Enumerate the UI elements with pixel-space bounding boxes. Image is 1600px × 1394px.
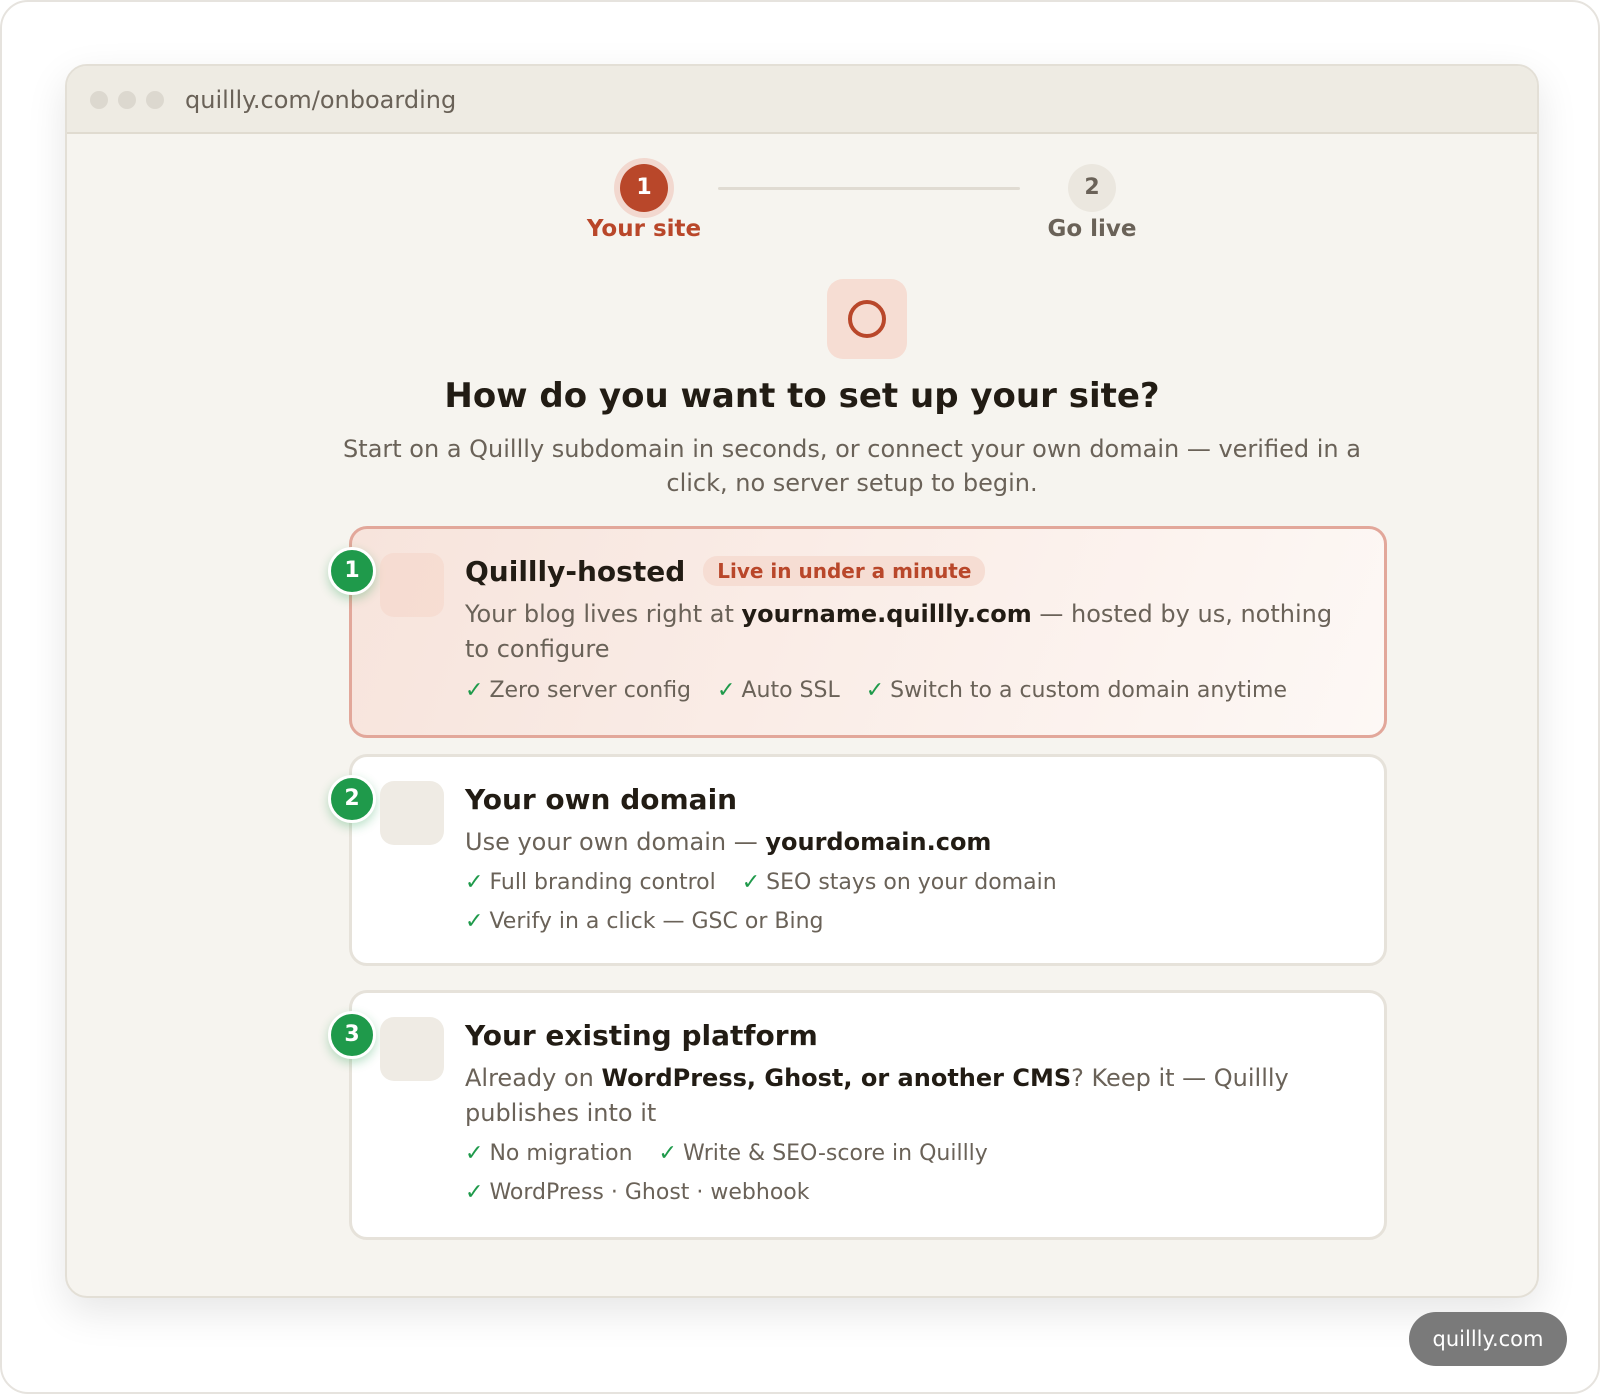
window-maximize-dot[interactable] [146, 91, 164, 109]
check-icon: ✓ [465, 678, 484, 703]
address-bar-url[interactable]: quillly.com/onboarding [185, 84, 456, 116]
option-number-badge: 3 [328, 1011, 376, 1059]
desc-highlight: WordPress, Ghost, or another CMS [601, 1064, 1072, 1092]
feature-item: ✓ Verify in a click — GSC or Bing [465, 907, 824, 937]
feature-item: ✓ Auto SSL [717, 676, 840, 706]
page-subtitle: Start on a Quillly subdomain in seconds,… [343, 435, 1361, 497]
feature-label: Switch to a custom domain anytime [890, 678, 1287, 703]
feature-item: ✓ WordPress · Ghost · webhook [465, 1178, 809, 1208]
check-icon: ✓ [465, 1141, 484, 1166]
browser-toolbar: quillly.com/onboarding [67, 66, 1537, 134]
feature-item: ✓ Zero server config [465, 676, 691, 706]
feature-list: ✓ Verify in a click — GSC or Bing [465, 907, 850, 937]
domain-icon [380, 781, 444, 845]
window-close-dot[interactable] [90, 91, 108, 109]
check-icon: ✓ [465, 870, 484, 895]
option-title: Your existing platform [465, 1019, 818, 1052]
feature-item: ✓ Full branding control [465, 868, 716, 898]
option-description: Already on WordPress, Ghost, or another … [465, 1061, 1305, 1131]
option-description: Your blog lives right at yourname.quilll… [465, 597, 1345, 667]
feature-label: Write & SEO-score in Quillly [682, 1141, 988, 1166]
step-1-label: Your site [586, 216, 702, 242]
feature-list: ✓ Zero server config ✓ Auto SSL ✓ Switch to a… [465, 676, 1313, 706]
feature-label: Full branding control [489, 870, 716, 895]
option-card-own-domain[interactable]: 2 Your own domain Use your own domain — … [328, 754, 1387, 966]
desc-text: Your blog lives right at [465, 600, 742, 628]
feature-list: ✓ No migration ✓ Write & SEO-score in Quill… [465, 1139, 1014, 1169]
feature-label: SEO stays on your domain [766, 870, 1057, 895]
option-title: Your own domain [465, 783, 738, 816]
check-icon: ✓ [865, 678, 885, 703]
check-icon: ✓ [465, 1180, 484, 1205]
check-icon: ✓ [741, 870, 761, 895]
desc-text: Already on [465, 1064, 602, 1092]
site-setup-icon [827, 279, 907, 359]
option-title: Quillly-hosted Live in under a minute [465, 555, 986, 588]
option-description: Use your own domain — yourdomain.com [465, 825, 1345, 860]
feature-item: ✓ Write & SEO-score in Quillly [659, 1139, 988, 1169]
speed-badge: Live in under a minute [703, 556, 986, 586]
option-card-existing-platform[interactable]: 3 Your existing platform Already on Word… [328, 990, 1387, 1240]
feature-list: ✓ WordPress · Ghost · webhook [465, 1178, 835, 1208]
feature-item: ✓ Switch to a custom domain anytime [866, 676, 1287, 706]
option-number-badge: 1 [328, 547, 376, 595]
feature-label: Zero server config [489, 678, 692, 703]
option-card-quillly-hosted[interactable]: 1 Quillly-hosted Live in under a minute Y… [328, 526, 1387, 738]
feature-label: Verify in a click — GSC or Bing [489, 909, 824, 934]
feature-label: Auto SSL [741, 678, 840, 703]
hosted-icon [380, 553, 444, 617]
platform-icon [380, 1017, 444, 1081]
check-icon: ✓ [717, 678, 736, 703]
feature-item: ✓ SEO stays on your domain [742, 868, 1057, 898]
check-icon: ✓ [658, 1141, 677, 1166]
browser-window: quillly.com/onboarding 1 2 Your site Go … [65, 64, 1539, 1298]
page-frame: quillly.com/onboarding 1 2 Your site Go … [0, 0, 1600, 1394]
step-2-indicator[interactable]: 2 [1068, 164, 1116, 212]
option-number-badge: 2 [328, 775, 376, 823]
option-title-text: Quillly-hosted [465, 555, 686, 588]
check-icon: ✓ [465, 909, 484, 934]
desc-highlight: yourdomain.com [765, 828, 992, 856]
stepper-connector [718, 187, 1020, 190]
desc-text: Use your own domain — [465, 828, 766, 856]
feature-label: No migration [489, 1141, 633, 1166]
step-1-indicator[interactable]: 1 [620, 164, 668, 212]
feature-list: ✓ Full branding control ✓ SEO stays on your… [465, 868, 1083, 898]
site-watermark: quillly.com [1409, 1312, 1567, 1366]
window-minimize-dot[interactable] [118, 91, 136, 109]
page-title: How do you want to set up your site? [444, 376, 1160, 416]
feature-item: ✓ No migration [465, 1139, 633, 1169]
step-2-label: Go live [1047, 216, 1137, 242]
desc-highlight: yourname.quillly.com [741, 600, 1032, 628]
feature-label: WordPress · Ghost · webhook [489, 1180, 810, 1205]
